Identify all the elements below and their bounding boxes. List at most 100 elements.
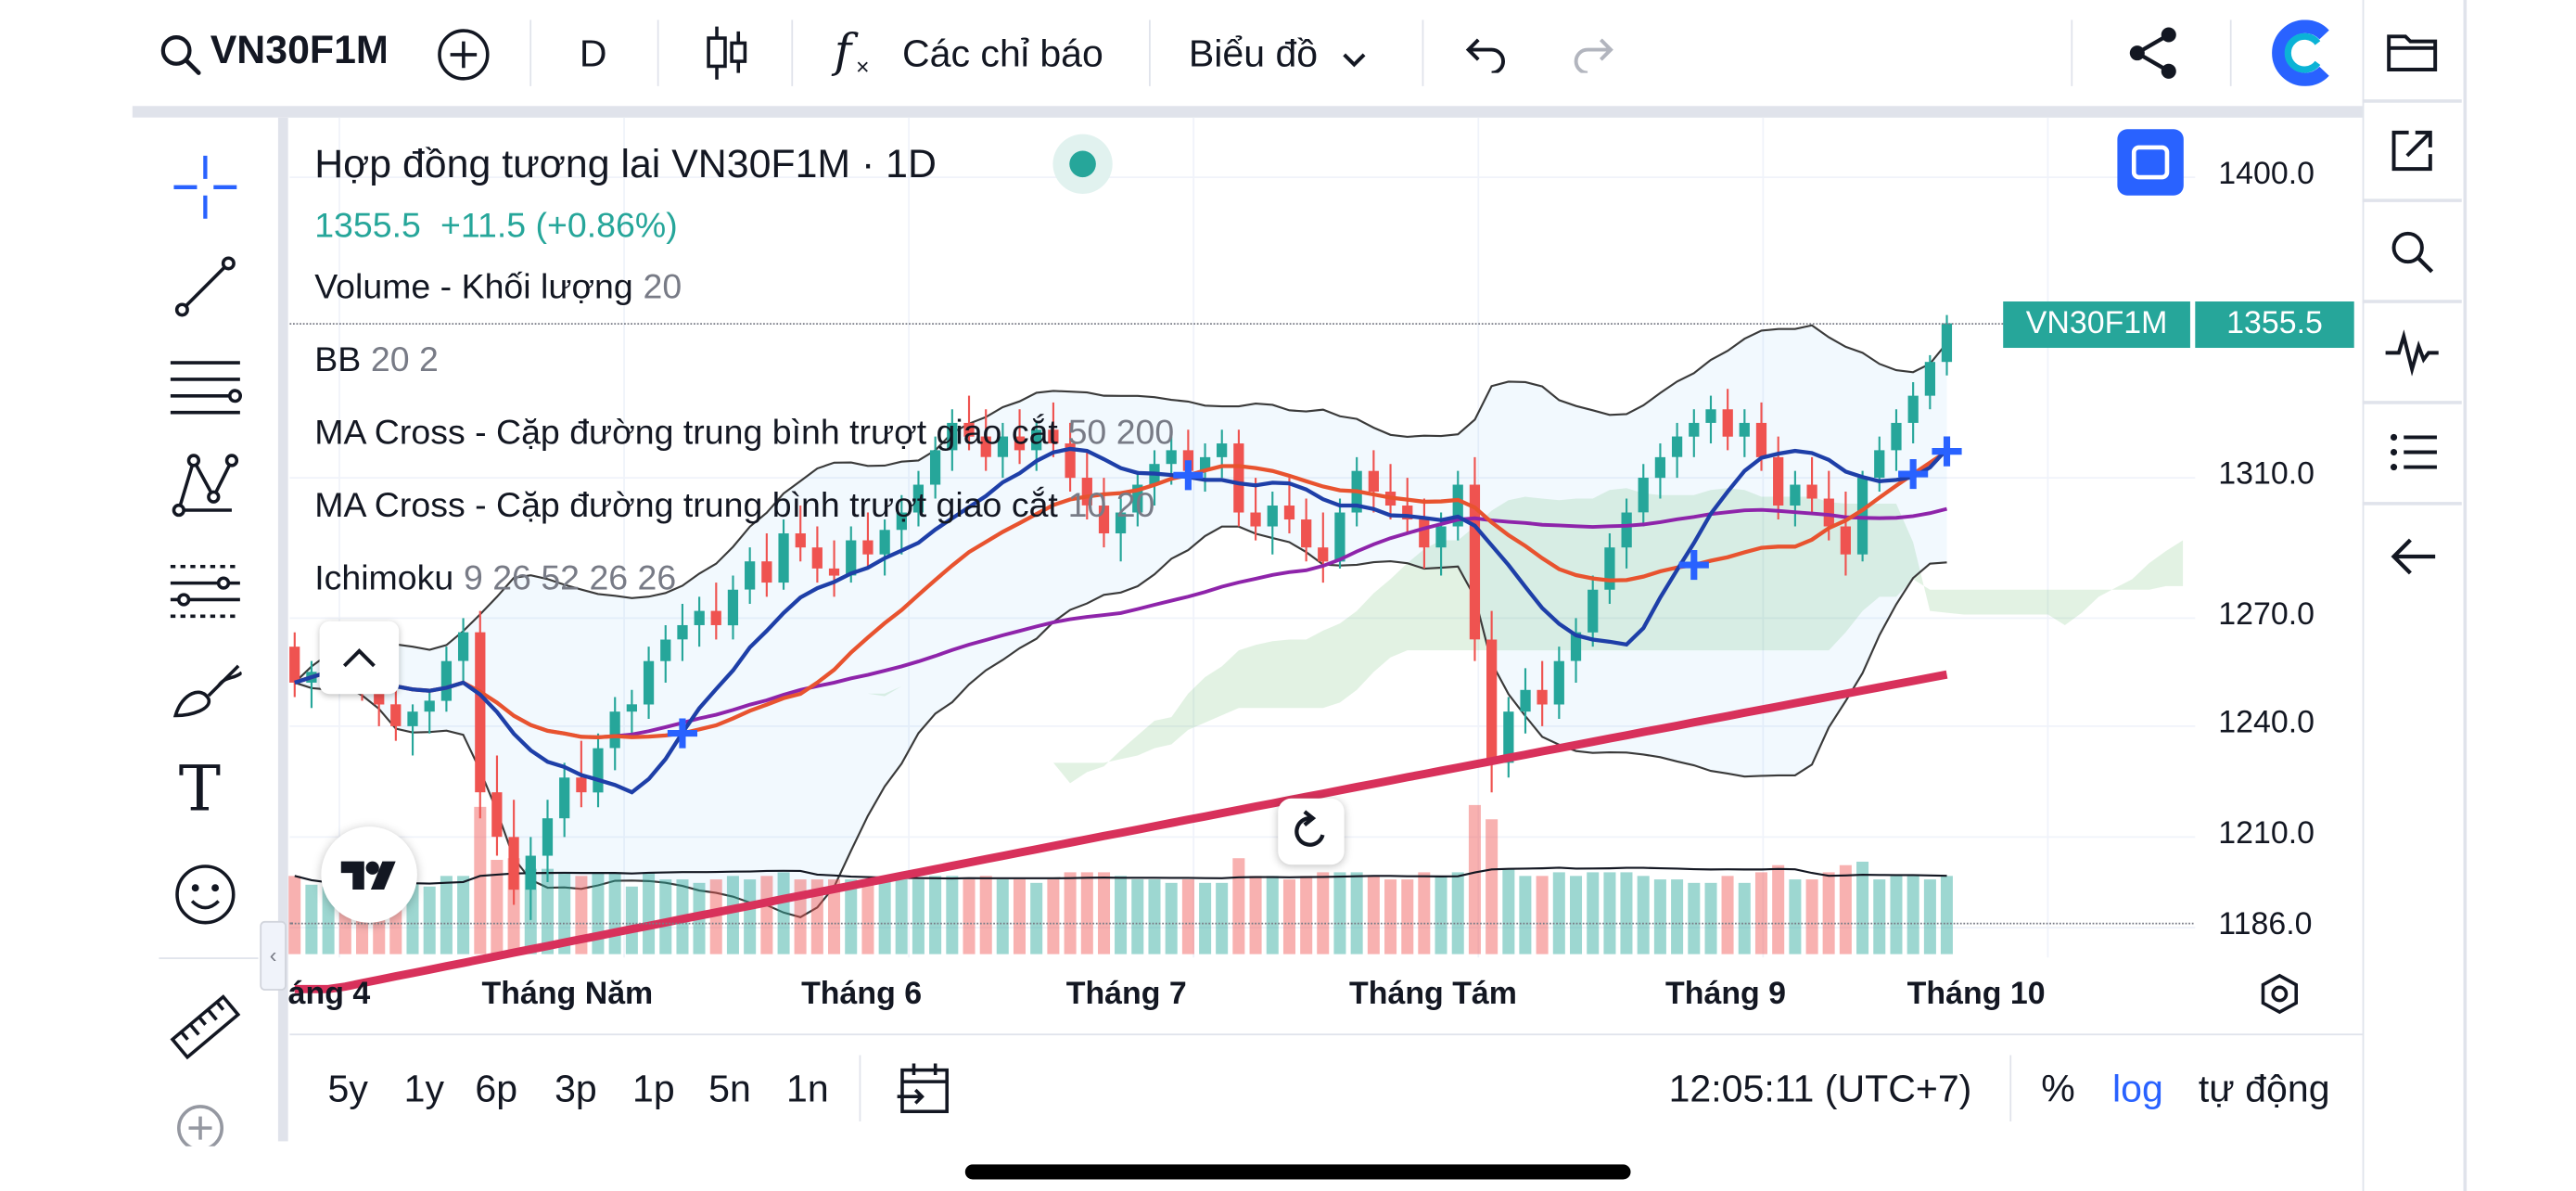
indicator-legend-row[interactable]: Ichimoku 9 26 52 26 26 [314, 560, 676, 600]
volume-bar [1080, 872, 1093, 954]
screenshot-button[interactable] [2117, 129, 2184, 196]
volume-bar [1266, 876, 1279, 954]
market-status-icon[interactable] [1052, 134, 1113, 194]
volume-bar [760, 876, 773, 954]
price-change: +11.5 (+0.86%) [440, 207, 678, 246]
volume-bar [1013, 879, 1026, 954]
reset-chart-button[interactable] [1278, 798, 1345, 865]
volume-bar [1282, 879, 1295, 954]
indicator-name: MA Cross - Cặp đường trung bình trượt gi… [314, 487, 1058, 526]
volume-bar [744, 879, 757, 954]
indicator-legend-row[interactable]: Volume - Khối lượng 20 [314, 268, 682, 308]
volume-bar [1923, 879, 1936, 954]
time-axis-label: Tháng Năm [481, 977, 654, 1013]
volume-bar [1822, 872, 1835, 954]
price-tag-symbol: VN30F1M [2003, 301, 2190, 349]
time-axis-label: Tháng 7 [1065, 977, 1187, 1013]
volume-bar [1384, 879, 1397, 954]
range-button-5y[interactable]: 5y [327, 1067, 367, 1111]
price-line: 1355.5 +11.5 (+0.86%) [314, 207, 678, 247]
indicator-name: Volume - Khối lượng [314, 268, 633, 307]
bottom-divider [2009, 1055, 2012, 1121]
volume-bar [305, 884, 318, 954]
range-button-1n[interactable]: 1n [786, 1067, 829, 1111]
volume-bar [1587, 872, 1600, 954]
volume-bar [440, 876, 453, 954]
volume-bar [1418, 872, 1431, 954]
volume-bar [1536, 876, 1549, 954]
volume-bar [1570, 876, 1583, 954]
volume-bar [1603, 872, 1616, 954]
timezone-settings-icon[interactable] [2258, 972, 2301, 1015]
indicator-name: MA Cross - Cặp đường trung bình trượt gi… [314, 414, 1058, 453]
last-price: 1355.5 [314, 207, 421, 246]
indicator-legend-row[interactable]: MA Cross - Cặp đường trung bình trượt gi… [314, 414, 1174, 454]
volume-bar [1199, 882, 1212, 954]
candle [1503, 697, 1514, 778]
time-axis-label: Tháng 9 [1665, 977, 1787, 1013]
volume-bar [1873, 879, 1886, 954]
range-button-3p[interactable]: 3p [555, 1067, 597, 1111]
range-button-1p[interactable]: 1p [632, 1067, 675, 1111]
chart-title[interactable]: Hợp đồng tương lai VN30F1M · 1D [314, 143, 937, 189]
volume-bar [946, 876, 959, 954]
tradingview-logo[interactable] [321, 826, 417, 923]
volume-bar [1620, 872, 1633, 954]
volume-bar [457, 876, 470, 954]
go-to-date-icon[interactable] [896, 1060, 952, 1117]
indicator-legend-row[interactable]: BB 20 2 [314, 341, 439, 381]
volume-bar [979, 876, 992, 954]
time-axis-label: Tháng 6 [801, 977, 923, 1013]
volume-bar [1688, 882, 1701, 954]
volume-bar [608, 872, 621, 954]
clock-label[interactable]: 12:05:11 (UTC+7) [1669, 1067, 1972, 1111]
range-button-1y[interactable]: 1y [404, 1067, 444, 1111]
indicator-params: 9 26 52 26 26 [463, 559, 677, 598]
volume-bar [895, 877, 908, 954]
volume-bar [861, 879, 874, 954]
volume-bar [423, 886, 436, 954]
indicator-legend-row[interactable]: MA Cross - Cặp đường trung bình trượt gi… [314, 487, 1154, 527]
volume-bar [1653, 879, 1666, 954]
volume-bar [625, 886, 638, 954]
tradingview-logo-icon [340, 861, 396, 890]
volume-bar [1401, 879, 1414, 954]
time-axis-label: Tháng 10 [1906, 977, 2046, 1013]
indicator-name: Ichimoku [314, 559, 454, 598]
range-button-5n[interactable]: 5n [708, 1067, 751, 1111]
auto-scale-button[interactable]: tự động [2199, 1067, 2330, 1111]
last-price-line [289, 323, 2004, 326]
volume-bar [1350, 872, 1363, 954]
volume-bar [1181, 879, 1194, 954]
log-scale-button[interactable]: log [2112, 1067, 2163, 1111]
volume-bar [659, 879, 672, 954]
volume-bar [1940, 876, 1953, 954]
volume-bar [1738, 882, 1751, 954]
collapse-legend-button[interactable] [319, 621, 400, 695]
volume-bar [1754, 872, 1767, 954]
volume-bar [1637, 876, 1650, 954]
range-button-6p[interactable]: 6p [475, 1067, 517, 1111]
volume-bar [1249, 876, 1262, 954]
chevron-up-icon [342, 648, 376, 668]
volume-bar [1519, 876, 1532, 954]
bottom-divider [859, 1055, 861, 1121]
indicator-params: 10 20 [1067, 487, 1155, 526]
volume-bar [1552, 872, 1565, 954]
volume-bar [878, 879, 891, 954]
volume-bar [1451, 872, 1464, 954]
candle [289, 632, 300, 698]
volume-bar [1216, 882, 1229, 954]
volume-bar [1435, 876, 1447, 954]
percent-scale-button[interactable]: % [2041, 1067, 2075, 1111]
volume-bar [963, 879, 976, 954]
volume-bar [1367, 876, 1380, 954]
reset-icon [1294, 810, 1325, 847]
time-axis-label: áng 4 [287, 977, 371, 1013]
fullscreen-icon [2131, 145, 2170, 180]
indicator-params: 50 200 [1067, 414, 1175, 453]
time-axis-label: Tháng Tám [1349, 977, 1517, 1013]
volume-bar [1789, 879, 1802, 954]
price-axis-label: 1270.0 [2218, 597, 2315, 634]
volume-bar [1115, 876, 1128, 954]
